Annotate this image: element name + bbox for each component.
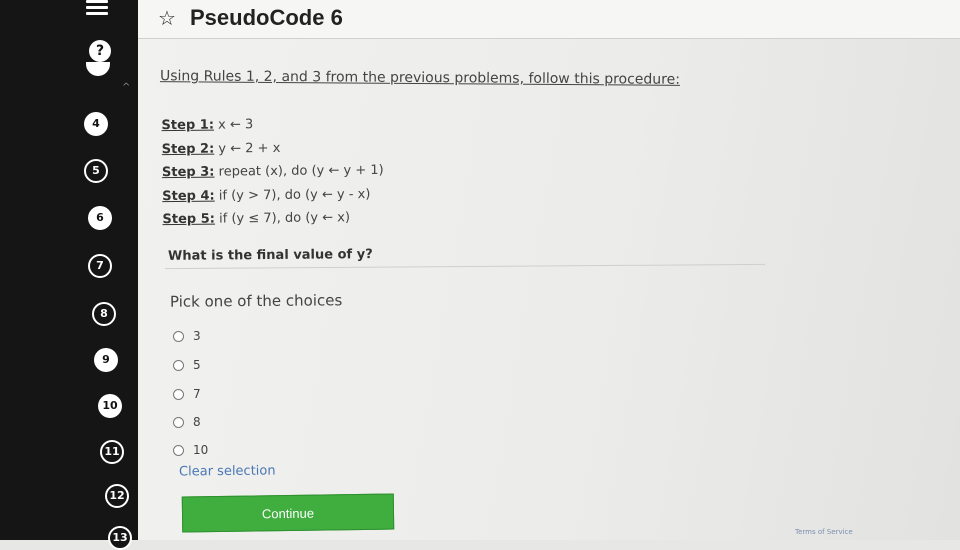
question-nav-item-9[interactable]: 9 [94, 348, 118, 372]
question-nav-item-7[interactable]: 7 [88, 254, 112, 278]
question-nav-item-13[interactable]: 13 [108, 526, 132, 550]
step-text: repeat (x), do (y ← y + 1) [214, 162, 384, 180]
choice-option[interactable]: 7 [173, 387, 201, 401]
step-label: Step 4: [162, 188, 215, 204]
choices-prompt: Pick one of the choices [169, 291, 343, 311]
question-text: What is the final value of y? [167, 247, 373, 264]
choice-option[interactable]: 8 [173, 415, 201, 429]
page-title: PseudoCode 6 [190, 5, 343, 30]
choice-option[interactable]: 5 [173, 358, 201, 372]
menu-icon[interactable] [86, 0, 108, 20]
clear-selection-link[interactable]: Clear selection [179, 463, 276, 479]
question-nav-item-5[interactable]: 5 [84, 159, 108, 183]
choice-option[interactable]: 3 [173, 329, 201, 343]
question-nav-item-12[interactable]: 12 [105, 484, 129, 508]
step-text: x ← 3 [213, 117, 254, 133]
radio-button[interactable] [173, 330, 184, 342]
radio-button[interactable] [173, 359, 184, 371]
step-label: Step 3: [161, 164, 215, 181]
choice-label: 3 [193, 329, 201, 343]
question-nav-item-8[interactable]: 8 [92, 302, 116, 326]
step-label: Step 5: [162, 211, 216, 228]
question-nav-item-10[interactable]: 10 [98, 394, 122, 418]
star-icon[interactable]: ☆ [158, 6, 176, 30]
choice-label: 8 [193, 415, 201, 429]
step-1: Step 1: x ← 3 [161, 112, 383, 138]
step-2: Step 2: y ← 2 + x [162, 135, 384, 161]
step-text: y ← 2 + x [214, 140, 281, 157]
terms-of-service-link[interactable]: Terms of Service [795, 528, 853, 536]
step-3: Step 3: repeat (x), do (y ← y + 1) [162, 159, 384, 185]
choice-label: 7 [193, 387, 201, 401]
scroll-up-icon[interactable]: ^ [122, 82, 130, 93]
step-text: if (y > 7), do (y ← y - x) [214, 186, 371, 204]
question-nav-item-4[interactable]: 4 [84, 112, 108, 136]
step-label: Step 2: [161, 141, 215, 157]
step-4: Step 4: if (y > 7), do (y ← y - x) [162, 182, 384, 208]
radio-button[interactable] [173, 444, 184, 456]
choice-label: 10 [193, 443, 209, 457]
radio-button[interactable] [173, 416, 184, 428]
help-icon[interactable]: ? [89, 40, 111, 62]
step-text: if (y ≤ 7), do (y ← x) [214, 210, 351, 227]
choice-label: 5 [193, 358, 201, 372]
radio-button[interactable] [173, 388, 184, 400]
step-label: Step 1: [161, 117, 215, 134]
continue-button[interactable]: Continue [181, 493, 395, 533]
step-5: Step 5: if (y ≤ 7), do (y ← x) [162, 206, 384, 232]
choice-option[interactable]: 10 [173, 443, 208, 457]
question-nav-item-6[interactable]: 6 [88, 206, 112, 230]
question-nav-item-11[interactable]: 11 [100, 440, 124, 464]
procedure-steps: Step 1: x ← 3 Step 2: y ← 2 + x Step 3: … [161, 112, 384, 232]
